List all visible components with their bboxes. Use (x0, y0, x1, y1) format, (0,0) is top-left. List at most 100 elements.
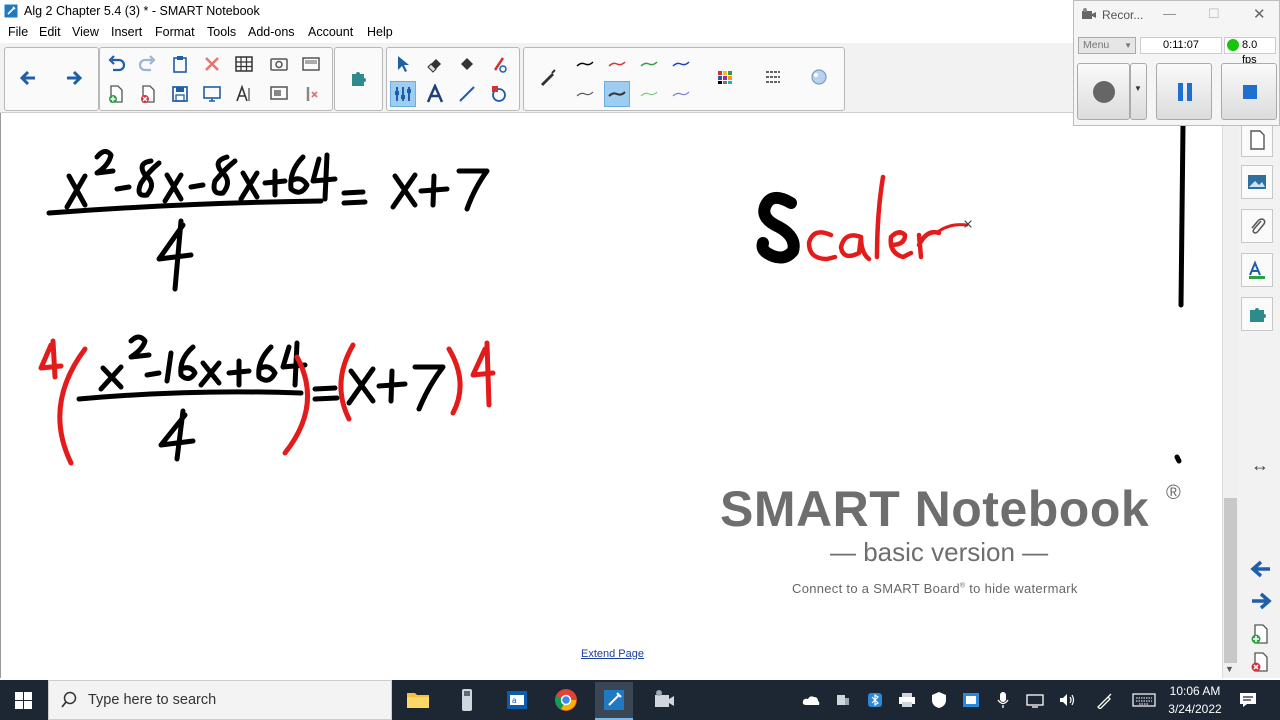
shield-icon[interactable] (929, 690, 949, 710)
bluetooth-icon[interactable] (865, 690, 885, 710)
pen-style-green-1[interactable] (636, 51, 662, 77)
paste-button[interactable] (167, 51, 193, 77)
clock-time[interactable]: 10:06 AM (1168, 684, 1222, 698)
back-button[interactable] (15, 65, 41, 91)
scroll-down-icon[interactable]: ▼ (1225, 664, 1234, 674)
recorder-menu-dropdown[interactable]: Menu ▼ (1078, 37, 1136, 54)
scrollbar-thumb[interactable] (1224, 498, 1237, 663)
gallery-tab[interactable] (1241, 165, 1273, 199)
menu-add-ons[interactable]: Add-ons (248, 25, 295, 39)
pause-icon (1178, 83, 1192, 101)
view-screens-button[interactable] (266, 81, 292, 107)
screen-capture-button[interactable] (266, 51, 292, 77)
recorder-minimize-button[interactable]: — (1163, 6, 1176, 21)
eraser-icon (427, 59, 441, 73)
pen-style-black-2[interactable] (572, 81, 598, 107)
forward-button[interactable] (61, 65, 87, 91)
smart-notebook-taskbar-icon[interactable] (595, 682, 633, 720)
calculator-app-icon[interactable] (453, 686, 481, 714)
add-ons-tab[interactable] (1241, 297, 1273, 331)
notifications-icon[interactable] (1238, 690, 1258, 710)
display-button[interactable] (199, 81, 225, 107)
pen-style-blue-2[interactable] (668, 81, 694, 107)
file-explorer-icon[interactable] (404, 686, 432, 714)
stop-button[interactable] (1221, 63, 1277, 120)
printer-icon[interactable] (897, 690, 917, 710)
pen-style-black-1[interactable] (572, 51, 598, 77)
next-page-icon[interactable] (1249, 589, 1273, 613)
outlook-app-icon[interactable]: a (503, 686, 531, 714)
menu-format[interactable]: Format (155, 25, 195, 39)
add-ons-group (334, 47, 383, 111)
clear-page-button[interactable] (298, 81, 324, 107)
menu-edit[interactable]: Edit (39, 25, 61, 39)
text-tool[interactable] (422, 81, 448, 107)
windows-start-icon[interactable] (15, 692, 32, 709)
page-sorter-tab[interactable] (1241, 123, 1273, 157)
screen-shade-button[interactable] (298, 51, 324, 77)
select-tool[interactable] (390, 51, 416, 77)
adjust-tool[interactable] (390, 81, 416, 107)
keyboard-icon[interactable] (1131, 690, 1157, 710)
fit-button[interactable] (231, 81, 257, 107)
pen-icon[interactable] (1095, 690, 1115, 710)
delete-page-button[interactable] (135, 81, 161, 107)
properties-icon (811, 69, 827, 85)
network-icon[interactable] (833, 690, 853, 710)
pen-style-blue-1[interactable] (668, 51, 694, 77)
extend-page-link[interactable]: Extend Page (581, 648, 644, 660)
shapes-tool[interactable] (486, 81, 512, 107)
chrome-icon[interactable] (552, 686, 580, 714)
volume-icon[interactable] (1057, 690, 1077, 710)
menu-tools[interactable]: Tools (207, 25, 236, 39)
pen-style-selected[interactable] (604, 81, 630, 107)
menu-insert[interactable]: Insert (111, 25, 142, 39)
menu-account[interactable]: Account (308, 25, 353, 39)
eraser-tool[interactable] (422, 51, 448, 77)
recorder-close-button[interactable]: ✕ (1253, 5, 1266, 23)
microphone-icon[interactable] (993, 690, 1013, 710)
onedrive-icon[interactable] (801, 690, 821, 710)
undo-button[interactable] (103, 51, 129, 77)
redo-button[interactable] (135, 51, 161, 77)
add-page-icon[interactable] (1249, 623, 1271, 645)
clock-date[interactable]: 3/24/2022 (1164, 702, 1226, 716)
fill-tool[interactable] (454, 51, 480, 77)
recorder-taskbar-icon[interactable] (650, 686, 678, 714)
menu-file[interactable]: File (8, 25, 28, 39)
pen-style-green-2[interactable] (636, 81, 662, 107)
properties-tab[interactable] (1241, 253, 1273, 287)
line-properties-button[interactable] (760, 64, 786, 90)
previous-page-icon[interactable] (1249, 557, 1273, 581)
magic-pen-tool[interactable] (486, 51, 512, 77)
menu-view[interactable]: View (72, 25, 99, 39)
record-button[interactable] (1077, 63, 1130, 120)
line-icon (459, 86, 475, 102)
redo-icon (138, 55, 156, 72)
add-ons-button[interactable] (345, 65, 371, 91)
table-button[interactable] (231, 51, 257, 77)
line-tool[interactable] (454, 81, 480, 107)
pen-tool[interactable] (535, 64, 561, 90)
attachments-tab[interactable] (1241, 209, 1273, 243)
menu-help[interactable]: Help (367, 25, 393, 39)
view-screens-icon (270, 86, 288, 100)
forward-arrow-icon (67, 70, 83, 86)
pause-button[interactable] (1156, 63, 1212, 120)
recorder-maximize-button[interactable]: ☐ (1208, 6, 1220, 22)
save-button[interactable] (167, 81, 193, 107)
screen-icon[interactable] (961, 690, 981, 710)
record-options-button[interactable]: ▼ (1130, 63, 1147, 120)
line-properties-icon (766, 71, 780, 83)
delete-page-icon[interactable] (1249, 651, 1271, 673)
fill-icon (461, 58, 473, 70)
properties-button[interactable] (806, 64, 832, 90)
undo-icon (108, 55, 126, 72)
expand-icon[interactable]: ↔ (1251, 455, 1269, 476)
delete-button[interactable] (199, 51, 225, 77)
wifi-icon[interactable] (1025, 690, 1045, 710)
add-page-button[interactable] (103, 81, 129, 107)
pen-style-red-1[interactable] (604, 51, 630, 77)
properties-icon (1249, 260, 1265, 279)
color-palette-button[interactable] (712, 64, 738, 90)
